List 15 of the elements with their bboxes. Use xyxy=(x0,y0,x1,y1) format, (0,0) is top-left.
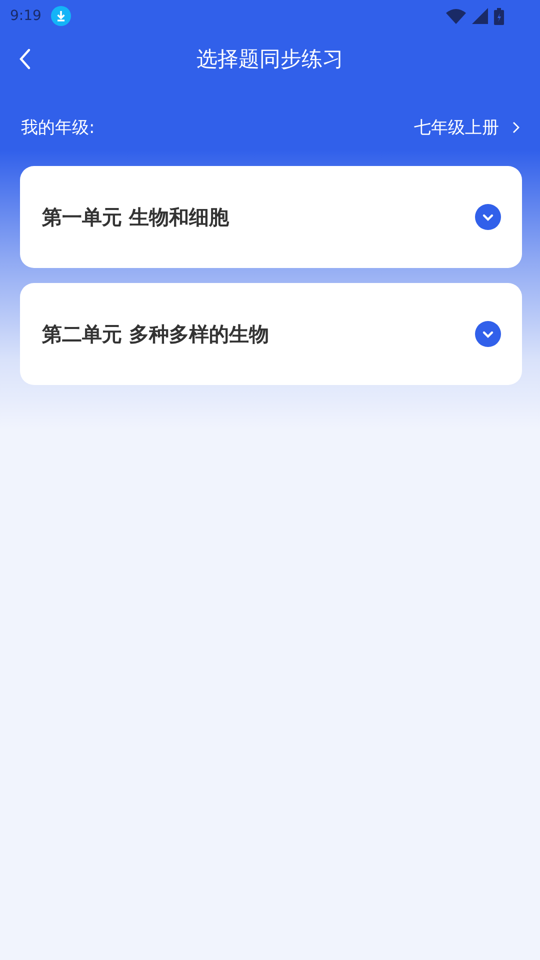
expand-icon[interactable] xyxy=(475,204,501,230)
grade-selector[interactable]: 七年级上册 xyxy=(414,116,520,138)
download-icon xyxy=(51,6,72,26)
status-time: 9:19 xyxy=(10,8,42,24)
wifi-icon xyxy=(446,8,466,24)
signal-icon xyxy=(472,8,488,24)
page-title: 选择题同步练习 xyxy=(196,46,344,73)
unit-card[interactable]: 第一单元 生物和细胞 xyxy=(20,166,522,268)
chevron-icon xyxy=(512,120,520,134)
expand-icon[interactable] xyxy=(475,321,501,347)
unit-title: 第一单元 生物和细胞 xyxy=(42,204,230,230)
grade-label: 我的年级: xyxy=(21,116,95,138)
battery-icon xyxy=(494,8,504,24)
unit-card[interactable]: 第二单元 多种多样的生物 xyxy=(20,283,522,385)
unit-title: 第二单元 多种多样的生物 xyxy=(42,320,270,348)
